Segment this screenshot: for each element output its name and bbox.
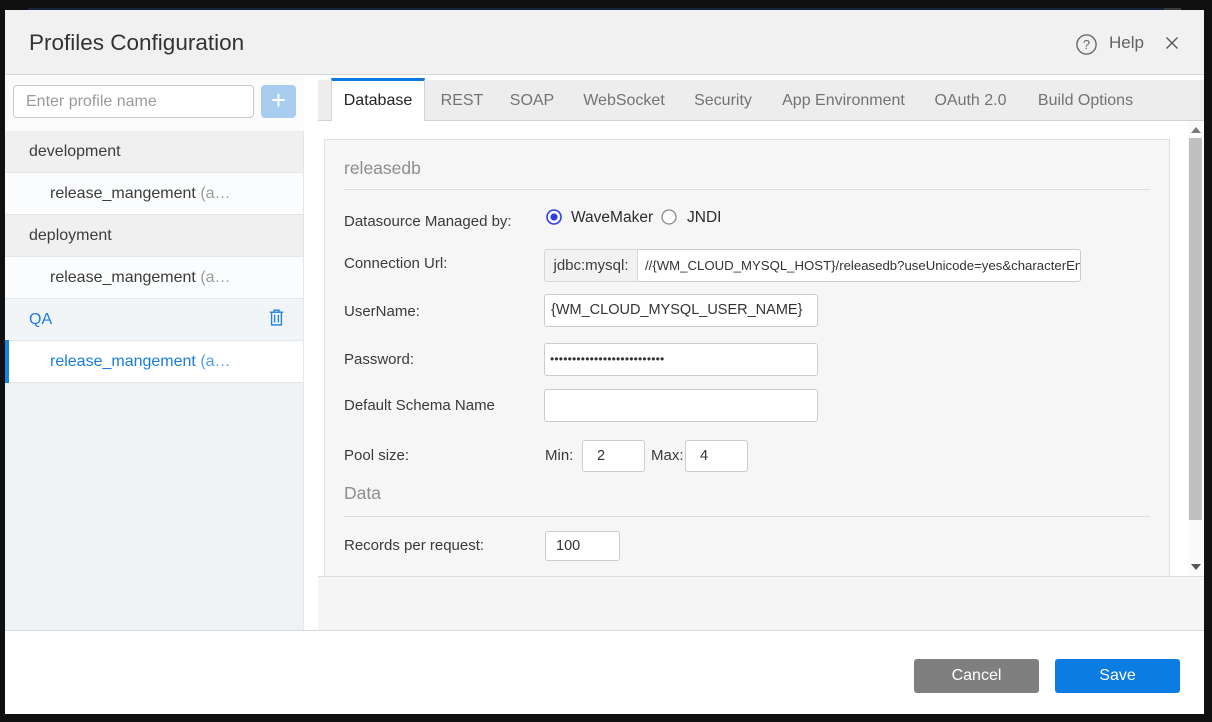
svg-text:?: ? xyxy=(1083,37,1090,52)
